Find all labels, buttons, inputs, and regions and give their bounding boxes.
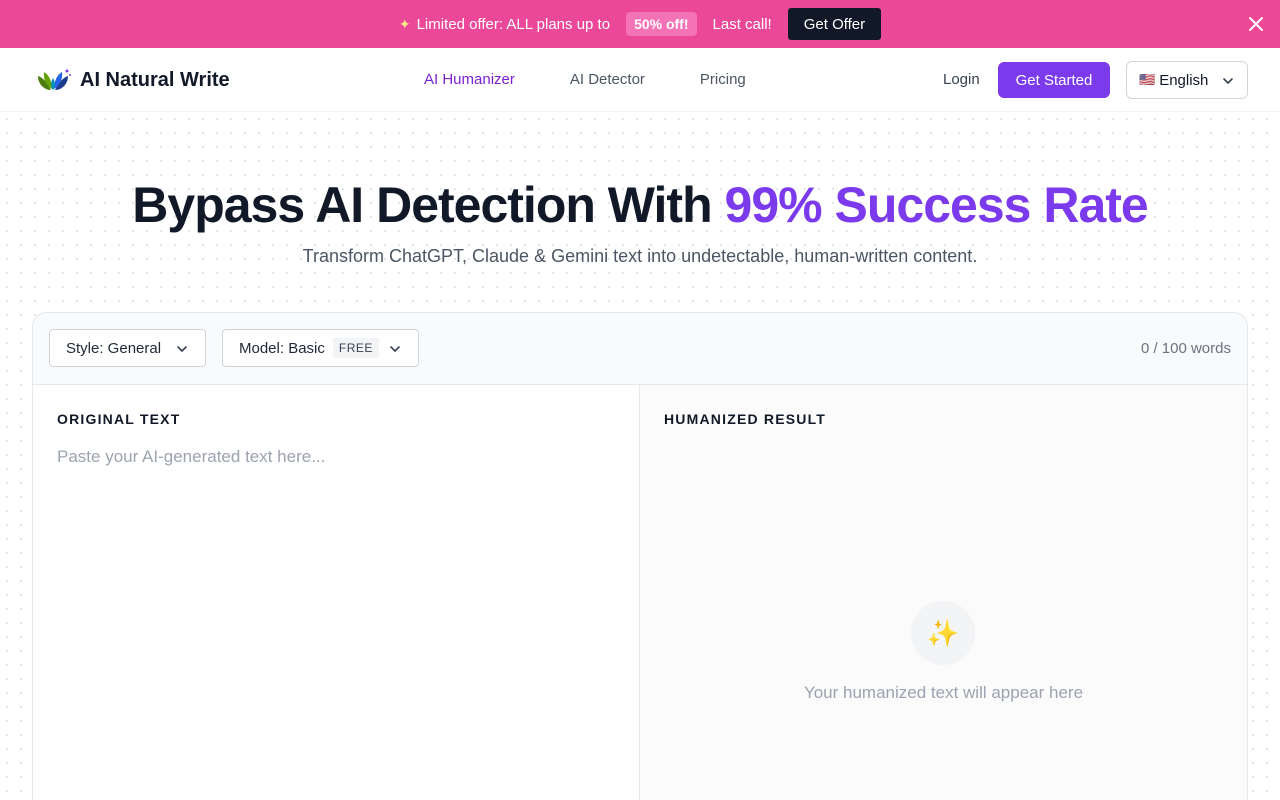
promo-text: Limited offer: ALL plans up to bbox=[416, 15, 611, 33]
style-select-label: Style: General bbox=[66, 339, 162, 357]
title-accent: 99% Success Rate bbox=[724, 177, 1149, 233]
discount-badge: 50% off! bbox=[626, 12, 697, 36]
page-subtitle: Transform ChatGPT, Claude & Gemini text … bbox=[302, 246, 978, 266]
logo-icon bbox=[38, 69, 71, 90]
title-main: Bypass AI Detection With bbox=[132, 177, 712, 233]
us-flag-icon: 🇺🇸 bbox=[1139, 72, 1156, 87]
result-empty-text: Your humanized text will appear here bbox=[803, 683, 1084, 702]
humanized-result-label: HUMANIZED RESULT bbox=[664, 411, 827, 427]
get-offer-button[interactable]: Get Offer bbox=[787, 8, 882, 40]
original-text-input[interactable] bbox=[57, 447, 617, 787]
brand[interactable]: AI Natural Write bbox=[34, 66, 230, 94]
promo-banner: ✦ Limited offer: ALL plans up to 50% off… bbox=[0, 0, 1280, 48]
nav-link-ai-detector[interactable]: AI Detector bbox=[570, 71, 645, 88]
language-label: English bbox=[1159, 71, 1209, 89]
style-select[interactable]: Style: General bbox=[49, 329, 206, 367]
get-started-button[interactable]: Get Started bbox=[998, 62, 1110, 98]
original-text-label: ORIGINAL TEXT bbox=[57, 411, 181, 427]
editor-toolbar: Style: General Model: Basic FREE 0 / 100… bbox=[33, 313, 1247, 385]
original-text-pane: ORIGINAL TEXT bbox=[33, 385, 640, 800]
chevron-down-icon bbox=[390, 346, 400, 352]
last-call-text: Last call! bbox=[712, 15, 772, 33]
nav-link-pricing[interactable]: Pricing bbox=[700, 71, 746, 88]
close-icon[interactable] bbox=[1246, 14, 1266, 34]
page-title: Bypass AI Detection With 99% Success Rat… bbox=[0, 176, 1280, 234]
sparkles-icon: ✨ bbox=[911, 601, 975, 665]
free-badge: FREE bbox=[332, 338, 379, 358]
login-link[interactable]: Login bbox=[943, 71, 980, 88]
model-select[interactable]: Model: Basic FREE bbox=[222, 329, 419, 367]
humanizer-card: Style: General Model: Basic FREE 0 / 100… bbox=[32, 312, 1248, 800]
navbar: AI Natural Write AI Humanizer AI Detecto… bbox=[0, 48, 1280, 112]
nav-link-ai-humanizer[interactable]: AI Humanizer bbox=[424, 71, 515, 88]
nav-links: AI Humanizer AI Detector Pricing bbox=[424, 71, 801, 88]
language-select[interactable]: 🇺🇸 English bbox=[1126, 61, 1248, 99]
model-select-label: Model: Basic bbox=[239, 339, 325, 357]
chevron-down-icon bbox=[177, 346, 187, 352]
humanized-result-pane: HUMANIZED RESULT ✨ Your humanized text w… bbox=[640, 385, 1247, 800]
brand-name: AI Natural Write bbox=[80, 68, 230, 91]
word-count: 0 / 100 words bbox=[1140, 340, 1231, 357]
chevron-down-icon bbox=[1223, 78, 1233, 84]
sparkle-icon: ✦ bbox=[398, 15, 411, 32]
